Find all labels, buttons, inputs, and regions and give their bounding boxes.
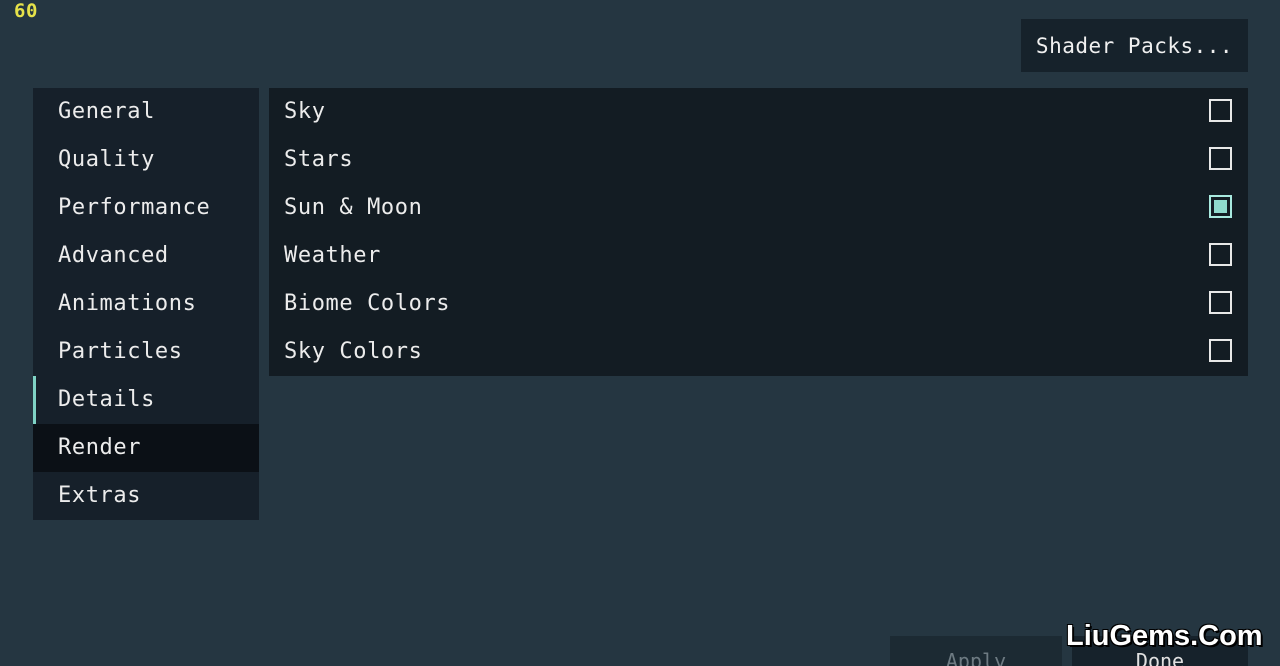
- sidebar-item-animations[interactable]: Animations: [33, 280, 259, 328]
- option-row-biome-colors[interactable]: Biome Colors: [269, 280, 1248, 328]
- sidebar-item-quality[interactable]: Quality: [33, 136, 259, 184]
- shader-packs-button[interactable]: Shader Packs...: [1021, 19, 1248, 72]
- fps-counter: 60: [14, 0, 38, 22]
- option-label: Sun & Moon: [284, 195, 423, 220]
- weather-checkbox[interactable]: [1209, 243, 1232, 266]
- sidebar-item-render[interactable]: Render: [33, 424, 259, 472]
- option-label: Biome Colors: [284, 291, 451, 316]
- option-row-stars[interactable]: Stars: [269, 136, 1248, 184]
- watermark-logo: LiuGems.Com: [1066, 620, 1263, 652]
- sidebar-item-particles[interactable]: Particles: [33, 328, 259, 376]
- biome-colors-checkbox[interactable]: [1209, 291, 1232, 314]
- option-label: Sky Colors: [284, 339, 423, 364]
- sidebar-item-advanced[interactable]: Advanced: [33, 232, 259, 280]
- category-sidebar: General Quality Performance Advanced Ani…: [33, 88, 259, 520]
- sidebar-item-performance[interactable]: Performance: [33, 184, 259, 232]
- sidebar-item-general[interactable]: General: [33, 88, 259, 136]
- option-label: Stars: [284, 147, 354, 172]
- option-row-weather[interactable]: Weather: [269, 232, 1248, 280]
- stars-checkbox[interactable]: [1209, 147, 1232, 170]
- option-row-sun-moon[interactable]: Sun & Moon: [269, 184, 1248, 232]
- sun-moon-checkbox[interactable]: [1209, 195, 1232, 218]
- apply-button[interactable]: Apply: [890, 636, 1062, 666]
- sky-checkbox[interactable]: [1209, 99, 1232, 122]
- option-label: Sky: [284, 99, 326, 124]
- option-label: Weather: [284, 243, 381, 268]
- sky-colors-checkbox[interactable]: [1209, 339, 1232, 362]
- sidebar-item-details[interactable]: Details: [33, 376, 259, 424]
- option-row-sky[interactable]: Sky: [269, 88, 1248, 136]
- options-panel: Sky Stars Sun & Moon Weather Biome Color…: [269, 88, 1248, 376]
- sidebar-item-extras[interactable]: Extras: [33, 472, 259, 520]
- option-row-sky-colors[interactable]: Sky Colors: [269, 328, 1248, 376]
